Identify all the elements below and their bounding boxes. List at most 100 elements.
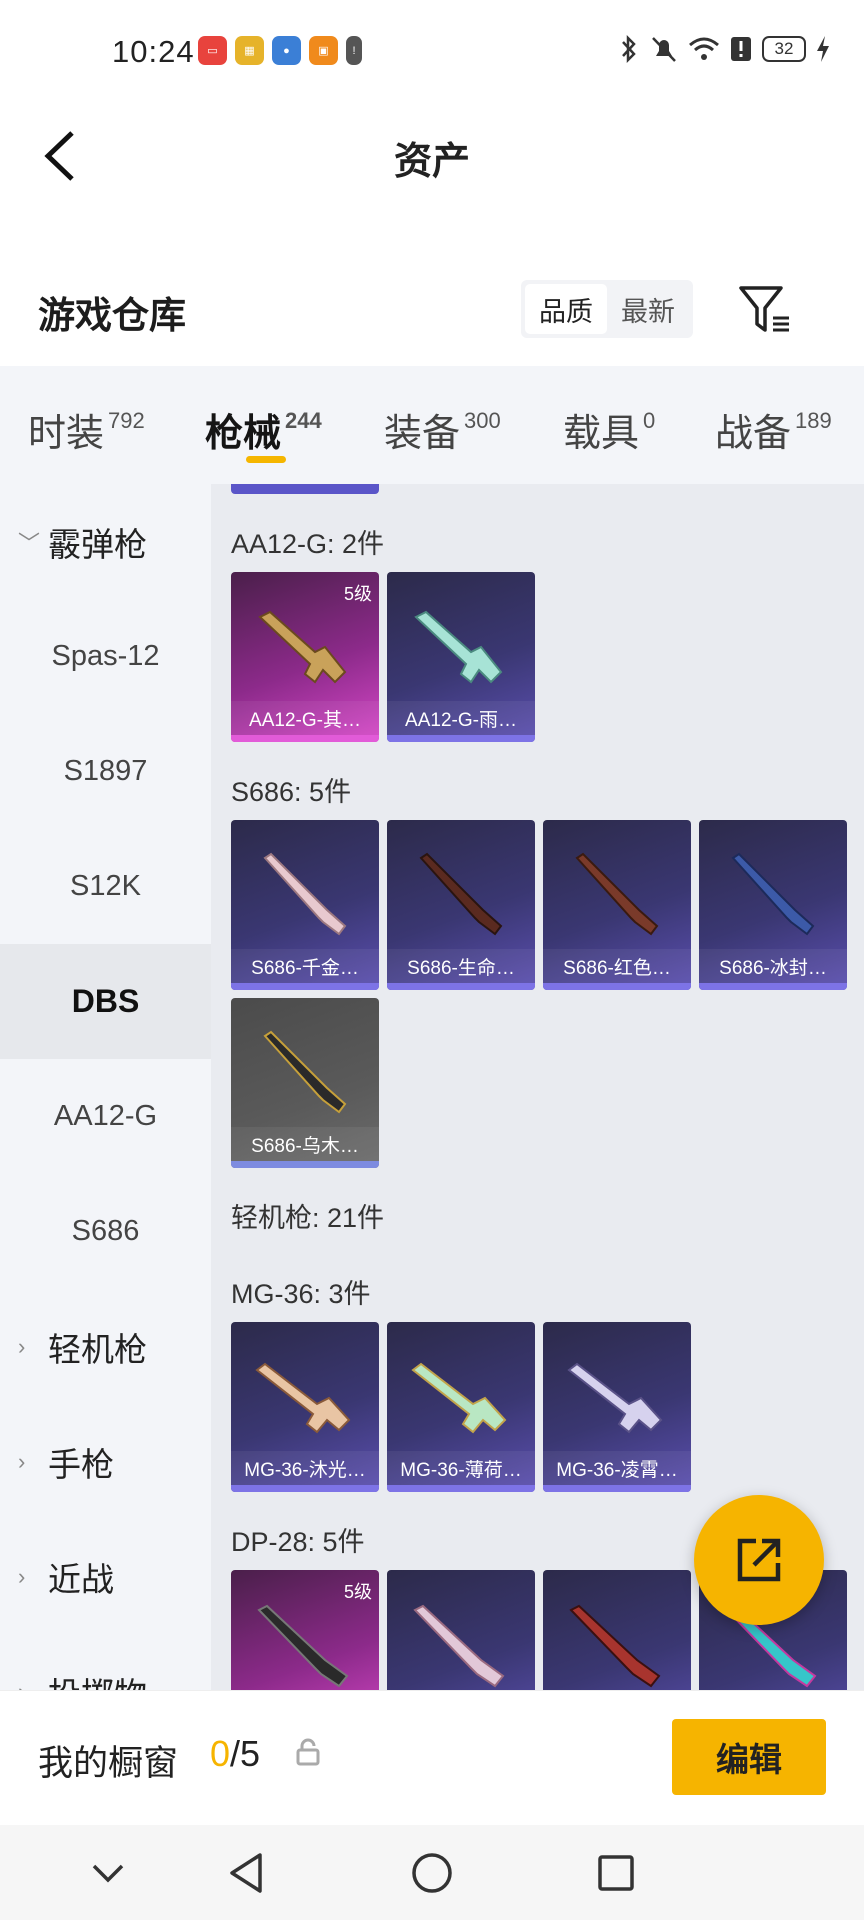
weapon-card[interactable] xyxy=(543,1570,691,1690)
tab-count: 792 xyxy=(108,408,145,433)
weapon-card[interactable]: S686-红色… xyxy=(543,820,691,990)
rarity-bar xyxy=(699,983,847,990)
tab-count: 0 xyxy=(643,408,656,433)
nav-back-button[interactable] xyxy=(218,1845,274,1901)
tab-fashion[interactable]: 时装 792 xyxy=(28,402,145,457)
circle-home-icon xyxy=(412,1853,452,1893)
sidebar-group-label: 近战 xyxy=(48,1560,114,1598)
card-name: AA12-G-雨… xyxy=(387,701,535,735)
rarity-bar xyxy=(387,735,535,742)
tab-equipment[interactable]: 装备 300 xyxy=(384,402,501,457)
chevron-right-icon: › xyxy=(18,1563,26,1589)
card-name: S686-冰封… xyxy=(699,949,847,983)
sidebar-item-s12k[interactable]: S12K xyxy=(0,829,211,944)
share-button[interactable] xyxy=(694,1495,824,1625)
sidebar-item-s1897[interactable]: S1897 xyxy=(0,714,211,829)
sidebar-group-shotgun[interactable]: ﹀ 霰弹枪 xyxy=(0,484,211,599)
status-bar: 10:24 ▭ ▦ ● ▣ ! 32 xyxy=(0,0,864,104)
sort-quality-option[interactable]: 品质 xyxy=(525,284,607,334)
card-name: S686-红色… xyxy=(543,949,691,983)
weapon-card[interactable]: AA12-G-雨… xyxy=(387,572,535,742)
showcase-total: /5 xyxy=(230,1733,261,1774)
rarity-bar xyxy=(387,1485,535,1492)
tab-supplies[interactable]: 战备 189 xyxy=(715,402,832,457)
sidebar-group-lmg[interactable]: › 轻机枪 xyxy=(0,1289,211,1404)
rarity-bar xyxy=(231,1485,379,1492)
chevron-down-icon: ﹀ xyxy=(18,530,41,556)
sidebar-item-s686[interactable]: S686 xyxy=(0,1174,211,1289)
filter-icon xyxy=(739,286,789,332)
group-label-lmg: 轻机枪: 21件 xyxy=(231,1203,385,1233)
tab-count: 300 xyxy=(464,408,501,433)
rifle-icon xyxy=(258,610,347,684)
nav-recents-button[interactable] xyxy=(588,1845,644,1901)
weapon-card[interactable]: S686-冰封… xyxy=(699,820,847,990)
notification-icons: ▭ ▦ ● ▣ ! xyxy=(198,36,362,65)
square-recents-icon xyxy=(598,1855,634,1891)
showcase-label: 我的橱窗 xyxy=(38,1744,179,1783)
game-app-icon: ▦ xyxy=(235,36,264,65)
card-name: MG-36-凌霄… xyxy=(543,1451,691,1485)
weapon-card[interactable]: MG-36-沐光… xyxy=(231,1322,379,1492)
tab-label: 时装 xyxy=(28,413,105,455)
chevron-right-icon: › xyxy=(18,1679,25,1691)
tab-label: 装备 xyxy=(384,413,461,455)
wifi-icon xyxy=(689,37,719,60)
sidebar-group-label: 投掷物 xyxy=(48,1668,147,1691)
sidebar-item-dbs[interactable]: DBS xyxy=(0,944,211,1059)
lmg-icon xyxy=(413,1604,505,1688)
weapon-card[interactable]: S686-生命… xyxy=(387,820,535,990)
weapon-card[interactable] xyxy=(387,1570,535,1690)
nav-home-button[interactable] xyxy=(404,1845,460,1901)
lock-icon xyxy=(296,1738,320,1766)
sidebar-item-spas12[interactable]: Spas-12 xyxy=(0,599,211,714)
page-title: 资产 xyxy=(393,141,470,183)
globe-app-icon: ● xyxy=(272,36,301,65)
rarity-bar xyxy=(543,983,691,990)
rarity-bar xyxy=(231,1161,379,1168)
nav-collapse-button[interactable] xyxy=(80,1845,136,1901)
sidebar-group-pistol[interactable]: › 手枪 xyxy=(0,1404,211,1519)
tab-label: 战备 xyxy=(715,413,792,455)
sidebar-item-aa12g[interactable]: AA12-G xyxy=(0,1059,211,1174)
group-label-mg36: MG-36: 3件 xyxy=(231,1279,371,1309)
share-icon xyxy=(737,1538,781,1582)
sidebar-group-label: 手枪 xyxy=(48,1445,114,1483)
triangle-back-icon xyxy=(230,1853,262,1893)
category-tabs: 时装 792 枪械 244 装备 300 载具 0 战备 189 xyxy=(0,366,864,484)
tab-firearms[interactable]: 枪械 244 xyxy=(205,402,322,457)
orange-app-icon: ▣ xyxy=(309,36,338,65)
battery-indicator: 32 xyxy=(762,36,806,62)
mute-bell-icon xyxy=(652,37,676,62)
rifle-icon xyxy=(414,610,503,684)
alert-icon: ! xyxy=(346,36,362,65)
lmg-icon xyxy=(569,1604,661,1688)
weapon-card[interactable]: MG-36-薄荷… xyxy=(387,1322,535,1492)
weapon-card[interactable]: MG-36-凌霄… xyxy=(543,1322,691,1492)
weapon-card[interactable]: S686-千金… xyxy=(231,820,379,990)
filter-button[interactable] xyxy=(737,282,793,338)
lmg-icon xyxy=(257,1604,349,1688)
shotgun-icon xyxy=(419,852,503,936)
sidebar-group-throwable[interactable]: › 投掷物 xyxy=(0,1634,211,1691)
card-name: MG-36-沐光… xyxy=(231,1451,379,1485)
sidebar-group-label: 霰弹枪 xyxy=(48,525,147,563)
sort-toggle: 品质 最新 xyxy=(521,280,693,338)
sidebar-group-melee[interactable]: › 近战 xyxy=(0,1519,211,1634)
weapon-card[interactable]: 5级 AA12-G-其… xyxy=(231,572,379,742)
partial-card-edge xyxy=(231,484,379,494)
showcase-bar: 我的橱窗 0/5 编辑 xyxy=(0,1690,864,1825)
weapon-card[interactable]: 5级 xyxy=(231,1570,379,1690)
bluetooth-icon xyxy=(622,34,636,64)
sidebar-group-label: 轻机枪 xyxy=(48,1330,147,1368)
chevron-right-icon: › xyxy=(18,1448,26,1474)
showcase-current: 0 xyxy=(210,1733,231,1774)
tab-vehicles[interactable]: 载具 0 xyxy=(563,402,655,457)
card-name: S686-乌木… xyxy=(231,1127,379,1161)
lmg-icon xyxy=(255,1362,351,1434)
weapon-card[interactable]: S686-乌木… xyxy=(231,998,379,1168)
lmg-icon xyxy=(567,1362,663,1434)
sort-newest-option[interactable]: 最新 xyxy=(607,284,689,334)
edit-button[interactable]: 编辑 xyxy=(672,1719,826,1795)
showcase-count: 0/5 xyxy=(210,1733,260,1775)
